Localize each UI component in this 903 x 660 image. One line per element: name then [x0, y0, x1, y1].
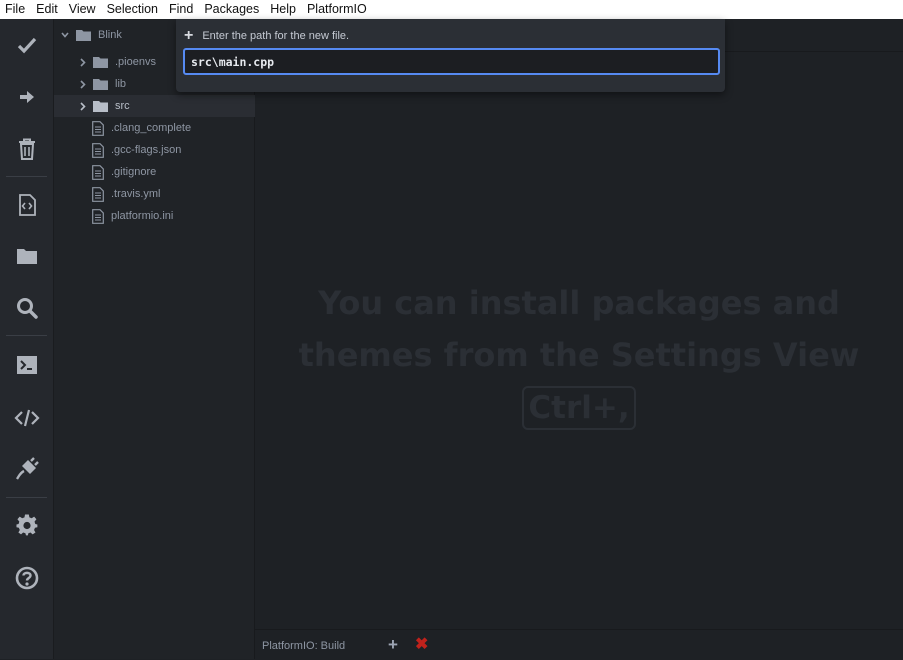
add-terminal-icon[interactable]: + — [388, 636, 398, 653]
tree-item-label: .gitignore — [111, 166, 157, 178]
status-bar: PlatformIO: Build + ✖ — [255, 629, 903, 660]
new-file-button[interactable] — [0, 185, 53, 225]
welcome-line-1: You can install packages and — [318, 284, 840, 322]
clean-button[interactable] — [0, 129, 53, 169]
file-icon — [92, 186, 104, 202]
folder-icon — [76, 29, 91, 41]
settings-button[interactable] — [0, 505, 53, 545]
chevron-right-icon — [78, 79, 88, 89]
libraries-button[interactable] — [0, 449, 53, 489]
menu-bar: File Edit View Selection Find Packages H… — [0, 0, 903, 19]
serial-monitor-button[interactable] — [0, 398, 53, 438]
dialog-prompt-text: Enter the path for the new file. — [202, 30, 350, 42]
tree-item-label: platformio.ini — [111, 210, 174, 222]
chevron-right-icon — [78, 57, 88, 67]
folder-icon — [93, 78, 108, 90]
open-project-button[interactable] — [0, 236, 53, 276]
upload-button[interactable] — [0, 77, 53, 117]
file-icon — [92, 208, 104, 224]
menu-view[interactable]: View — [64, 0, 102, 19]
menu-file[interactable]: File — [0, 0, 31, 19]
build-button[interactable] — [0, 25, 53, 65]
menu-edit[interactable]: Edit — [31, 0, 64, 19]
terminal-icon — [16, 355, 38, 375]
search-button[interactable] — [0, 288, 53, 328]
settings-shortcut: Ctrl+, — [522, 386, 636, 430]
tree-item-label: lib — [115, 78, 127, 90]
welcome-line-2: themes from the Settings View — [298, 336, 860, 374]
help-icon — [15, 566, 39, 590]
search-icon — [16, 297, 38, 319]
tree-root-label: Blink — [98, 29, 122, 41]
folder-icon — [93, 100, 108, 112]
menu-selection[interactable]: Selection — [102, 0, 164, 19]
check-icon — [17, 35, 37, 55]
file-icon — [92, 164, 104, 180]
menu-help[interactable]: Help — [265, 0, 302, 19]
menu-packages[interactable]: Packages — [199, 0, 265, 19]
new-file-path-input[interactable] — [183, 48, 720, 75]
tree-item-label: src — [115, 100, 130, 112]
gear-icon — [15, 514, 38, 536]
platformio-toolbar — [0, 19, 54, 659]
tree-view: Blink .pioenvs lib src .clang_complete .… — [54, 19, 278, 659]
close-terminal-icon[interactable]: ✖ — [415, 636, 428, 653]
file-icon — [92, 142, 104, 158]
code-brackets-icon — [13, 408, 40, 428]
tree-item-label: .pioenvs — [115, 56, 156, 68]
menu-platformio[interactable]: PlatformIO — [302, 0, 373, 19]
plug-icon — [15, 457, 39, 481]
new-file-dialog: + Enter the path for the new file. — [176, 19, 725, 92]
plus-icon: + — [184, 27, 194, 44]
chevron-down-icon — [60, 32, 70, 38]
file-icon — [92, 120, 104, 136]
folder-icon — [16, 247, 38, 265]
trash-icon — [18, 138, 36, 160]
help-button[interactable] — [0, 558, 53, 598]
editor-pane[interactable]: You can install packages and themes from… — [255, 19, 903, 629]
platformio-build-label[interactable]: PlatformIO: Build — [262, 640, 345, 652]
tree-item-label: .clang_complete — [111, 122, 192, 134]
tree-item-label: .gcc-flags.json — [111, 144, 182, 156]
arrow-right-icon — [18, 88, 36, 106]
menu-find[interactable]: Find — [164, 0, 199, 19]
welcome-message: You can install packages and themes from… — [255, 277, 903, 433]
folder-icon — [93, 56, 108, 68]
tree-item-src[interactable]: src — [54, 95, 278, 117]
tree-item-label: .travis.yml — [111, 188, 161, 200]
terminal-button[interactable] — [0, 345, 53, 385]
code-file-icon — [18, 194, 36, 216]
chevron-right-icon — [78, 101, 88, 111]
dialog-prompt: + Enter the path for the new file. — [184, 27, 349, 45]
